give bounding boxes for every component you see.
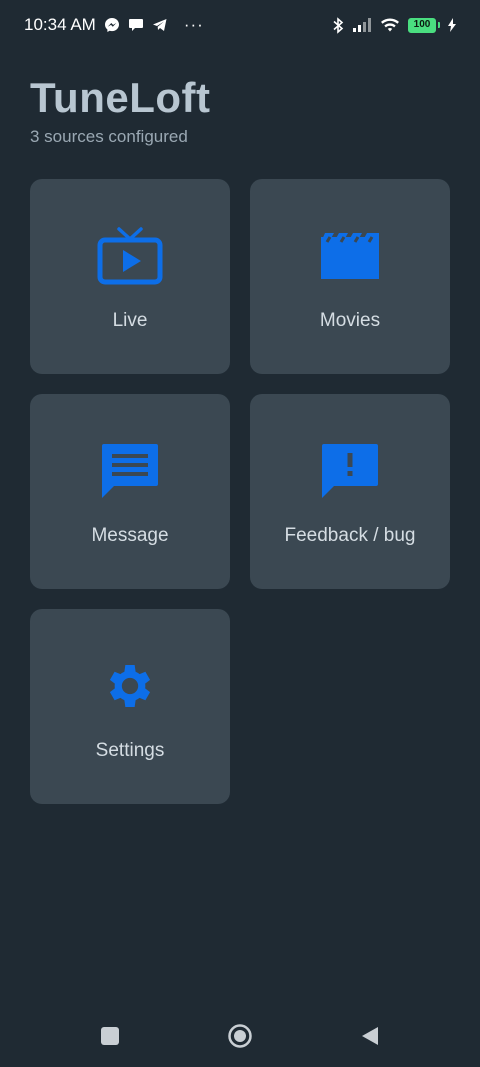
tile-label: Settings bbox=[95, 740, 165, 761]
tv-icon bbox=[97, 226, 163, 286]
wifi-icon bbox=[380, 17, 400, 33]
charging-icon bbox=[448, 18, 456, 32]
tile-feedback[interactable]: Feedback / bug bbox=[250, 394, 450, 589]
bluetooth-icon bbox=[332, 16, 344, 34]
sources-count-subtitle: 3 sources configured bbox=[30, 127, 188, 146]
chat-bubble-icon bbox=[128, 17, 144, 33]
telegram-icon bbox=[152, 17, 168, 33]
tile-label: Live bbox=[112, 310, 148, 331]
more-notifications-indicator: ··· bbox=[183, 15, 204, 34]
gear-icon bbox=[102, 656, 158, 716]
signal-icon bbox=[352, 17, 372, 33]
tile-message[interactable]: Message bbox=[30, 394, 230, 589]
recents-square-icon[interactable] bbox=[90, 1016, 130, 1056]
app-title: TuneLoft bbox=[30, 74, 211, 121]
tile-label: Message bbox=[91, 525, 169, 546]
battery-icon: 100 bbox=[408, 17, 440, 33]
system-nav-bar bbox=[0, 1005, 480, 1067]
status-bar-right: 100 bbox=[332, 16, 456, 34]
status-bar: 10:34 AM ··· 100 bbox=[0, 0, 480, 50]
tile-live[interactable]: Live bbox=[30, 179, 230, 374]
messenger-icon bbox=[104, 17, 120, 33]
home-circle-icon[interactable] bbox=[220, 1016, 260, 1056]
feedback-icon bbox=[320, 441, 380, 501]
battery-level: 100 bbox=[408, 17, 436, 33]
status-bar-left: 10:34 AM ··· bbox=[24, 15, 204, 35]
back-triangle-icon[interactable] bbox=[350, 1016, 390, 1056]
status-time: 10:34 AM bbox=[24, 15, 96, 34]
message-icon bbox=[100, 441, 160, 501]
clapperboard-icon bbox=[319, 226, 381, 286]
tile-settings[interactable]: Settings bbox=[30, 609, 230, 804]
tile-movies[interactable]: Movies bbox=[250, 179, 450, 374]
tile-label: Movies bbox=[319, 310, 381, 331]
tile-label: Feedback / bug bbox=[284, 525, 416, 546]
